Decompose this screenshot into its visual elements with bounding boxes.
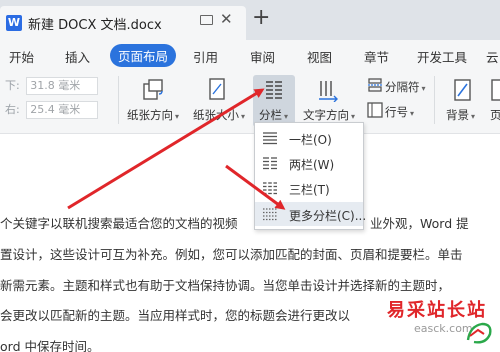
menu-review[interactable]: 审阅	[250, 47, 275, 66]
margin-right-row: 右: 25.4 毫米	[5, 101, 99, 119]
page-size-label: 纸张大小	[193, 108, 239, 122]
window-icon[interactable]	[200, 15, 213, 25]
menu-item-more-columns[interactable]: 更多分栏(C)...	[255, 202, 367, 226]
menu-developer[interactable]: 开发工具	[417, 47, 467, 66]
watermark-logo-icon	[466, 322, 492, 344]
menu-page-layout[interactable]: 页面布局	[110, 44, 177, 67]
doc-line: 会更改以匹配新的主题。当应用样式时，您的标题会进行更改以	[0, 308, 351, 323]
separator-button[interactable]: 分隔符 ▾	[385, 79, 426, 95]
doc-line: 业外观，Word 提	[370, 216, 469, 231]
menu-references[interactable]: 引用	[193, 47, 218, 66]
watermark-title: 易采站长站	[387, 300, 487, 321]
margin-bottom-input[interactable]: 31.8 毫米	[26, 77, 99, 95]
page-orientation-label: 纸张方向	[127, 108, 173, 122]
background-icon[interactable]	[452, 78, 474, 102]
line-number-icon[interactable]	[367, 102, 383, 118]
menu-section[interactable]: 章节	[364, 47, 389, 66]
menu-item-label: 两栏(W)	[289, 158, 335, 172]
page-orientation-icon[interactable]	[141, 77, 165, 101]
chevron-down-icon: ▾	[421, 84, 426, 93]
menu-item-one-column[interactable]: 一栏(O)	[255, 126, 363, 150]
separator-icon[interactable]	[367, 78, 383, 92]
tab-title: 新建 DOCX 文档.docx	[28, 18, 162, 33]
margin-right-input[interactable]: 25.4 毫米	[26, 101, 99, 119]
two-columns-icon	[263, 157, 277, 170]
chevron-down-icon: ▾	[471, 112, 476, 121]
menu-view[interactable]: 视图	[307, 47, 332, 66]
one-column-icon	[263, 132, 277, 145]
chevron-down-icon: ▾	[284, 112, 289, 121]
separator-label: 分隔符	[385, 80, 420, 94]
close-tab-icon[interactable]: ✕	[220, 10, 233, 28]
page-size-button[interactable]: 纸张大小 ▾	[193, 107, 245, 123]
background-label: 背景	[446, 108, 469, 122]
doc-line: 个关键字以联机搜索最适合您的文档的视频	[0, 216, 238, 231]
more-columns-icon	[263, 208, 277, 221]
page-size-icon[interactable]	[206, 77, 228, 101]
document-tab[interactable]: W 新建 DOCX 文档.docx ✕	[0, 6, 246, 40]
menu-item-label: 一栏(O)	[289, 133, 332, 147]
wps-writer-icon: W	[6, 15, 22, 31]
title-bar: W 新建 DOCX 文档.docx ✕ +	[0, 0, 500, 40]
columns-icon[interactable]	[263, 79, 285, 101]
line-number-button[interactable]: 行号 ▾	[385, 104, 414, 120]
new-tab-button[interactable]: +	[252, 7, 270, 29]
menu-item-two-columns[interactable]: 两栏(W)	[255, 151, 363, 175]
chevron-down-icon: ▾	[351, 112, 356, 121]
page-border-label[interactable]: 页	[490, 107, 500, 123]
doc-line: 置设计，这些设计可互为补充。例如，您可以添加匹配的封面、页眉和提要栏。单击	[0, 247, 463, 262]
menu-insert[interactable]: 插入	[65, 47, 90, 66]
columns-dropdown-menu: 一栏(O) 两栏(W) 三栏(T) 更多分栏(C)...	[254, 122, 367, 230]
margin-bottom-label: 下:	[5, 79, 20, 92]
margin-right-label: 右:	[5, 103, 20, 116]
line-number-label: 行号	[385, 105, 408, 119]
columns-label: 分栏	[259, 108, 282, 122]
menu-bar: 开始 插入 页面布局 引用 审阅 视图 章节 开发工具 云	[0, 40, 500, 70]
menu-item-three-columns[interactable]: 三栏(T)	[255, 176, 363, 200]
chevron-down-icon: ▾	[241, 112, 246, 121]
menu-cloud[interactable]: 云	[486, 47, 499, 66]
text-direction-button[interactable]: 文字方向 ▾	[303, 107, 355, 123]
ribbon-divider	[118, 76, 119, 124]
menu-item-label: 三栏(T)	[289, 183, 330, 197]
doc-line: ord 中保存时间。	[0, 339, 100, 352]
chevron-down-icon: ▾	[175, 112, 180, 121]
three-columns-icon	[263, 182, 277, 195]
columns-label-wrap[interactable]: 分栏 ▾	[259, 107, 288, 123]
ribbon-divider	[434, 76, 435, 124]
text-direction-label: 文字方向	[303, 108, 349, 122]
page-border-icon[interactable]	[490, 78, 500, 102]
text-direction-icon[interactable]	[316, 78, 340, 102]
margin-bottom-row: 下: 31.8 毫米	[5, 77, 99, 95]
doc-line: 新需元素。主题和样式也有助于文档保持协调。当您单击设计并选择新的主题时，	[0, 278, 451, 293]
chevron-down-icon: ▾	[410, 109, 415, 118]
menu-start[interactable]: 开始	[9, 47, 34, 66]
background-button[interactable]: 背景 ▾	[446, 107, 475, 123]
page-orientation-button[interactable]: 纸张方向 ▾	[127, 107, 179, 123]
menu-item-label: 更多分栏(C)...	[289, 209, 367, 223]
